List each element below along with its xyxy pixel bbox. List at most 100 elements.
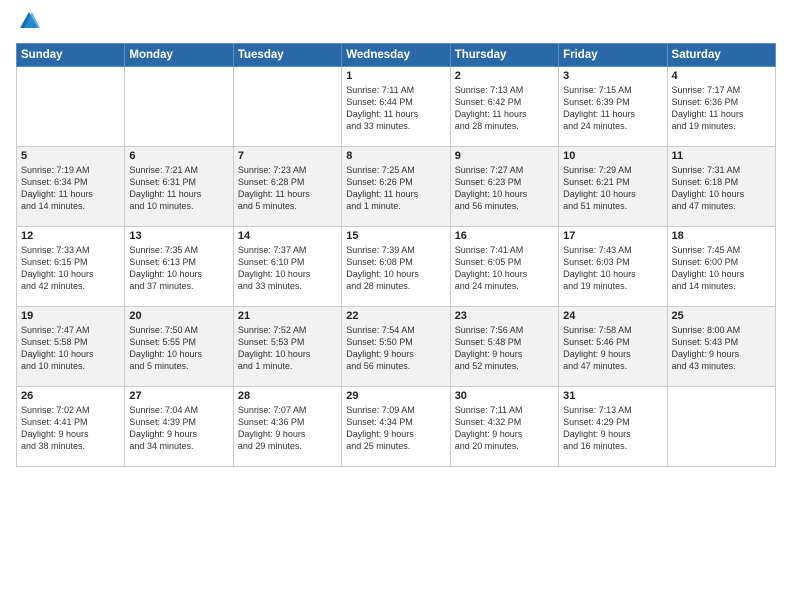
day-info: Sunrise: 7:02 AM Sunset: 4:41 PM Dayligh… <box>21 404 120 453</box>
calendar-cell: 18Sunrise: 7:45 AM Sunset: 6:00 PM Dayli… <box>667 227 775 307</box>
day-number: 7 <box>238 150 337 162</box>
calendar-cell: 14 Sunrise: 7:37 AM Sunset: 6:10 PM Dayli… <box>233 227 341 307</box>
calendar-cell: 8Sunrise: 7:25 AM Sunset: 6:26 PM Daylig… <box>342 147 450 227</box>
week-row-3: 12 Sunrise: 7:33 AM Sunset: 6:15 PM Dayli… <box>17 227 776 307</box>
days-header-row: SundayMondayTuesdayWednesdayThursdayFrid… <box>17 44 776 67</box>
calendar-cell: 26Sunrise: 7:02 AM Sunset: 4:41 PM Dayli… <box>17 387 125 467</box>
calendar-cell: 15 Sunrise: 7:39 AM Sunset: 6:08 PM Dayli… <box>342 227 450 307</box>
calendar-cell: 11Sunrise: 7:31 AM Sunset: 6:18 PM Dayli… <box>667 147 775 227</box>
day-number: 9 <box>455 150 554 162</box>
calendar-cell: 5Sunrise: 7:19 AM Sunset: 6:34 PM Daylig… <box>17 147 125 227</box>
day-header-monday: Monday <box>125 44 233 67</box>
calendar-cell: 9 Sunrise: 7:27 AM Sunset: 6:23 PM Daylig… <box>450 147 558 227</box>
calendar-cell <box>233 67 341 147</box>
day-info: Sunrise: 7:09 AM Sunset: 4:34 PM Dayligh… <box>346 404 445 453</box>
day-info: Sunrise: 7:37 AM Sunset: 6:10 PM Dayligh… <box>238 244 337 293</box>
calendar-cell: 13 Sunrise: 7:35 AM Sunset: 6:13 PM Dayli… <box>125 227 233 307</box>
calendar-cell: 19 Sunrise: 7:47 AM Sunset: 5:58 PM Dayli… <box>17 307 125 387</box>
day-info: Sunrise: 7:33 AM Sunset: 6:15 PM Dayligh… <box>21 244 120 293</box>
day-number: 21 <box>238 310 337 322</box>
day-header-tuesday: Tuesday <box>233 44 341 67</box>
day-info: Sunrise: 7:54 AM Sunset: 5:50 PM Dayligh… <box>346 324 445 373</box>
calendar-cell: 27Sunrise: 7:04 AM Sunset: 4:39 PM Dayli… <box>125 387 233 467</box>
calendar-cell: 23 Sunrise: 7:56 AM Sunset: 5:48 PM Dayli… <box>450 307 558 387</box>
day-info: Sunrise: 7:41 AM Sunset: 6:05 PM Dayligh… <box>455 244 554 293</box>
calendar-cell: 6 Sunrise: 7:21 AM Sunset: 6:31 PM Daylig… <box>125 147 233 227</box>
day-number: 6 <box>129 150 228 162</box>
day-number: 1 <box>346 70 445 82</box>
calendar-cell: 4Sunrise: 7:17 AM Sunset: 6:36 PM Daylig… <box>667 67 775 147</box>
day-number: 16 <box>455 230 554 242</box>
week-row-1: 1 Sunrise: 7:11 AM Sunset: 6:44 PM Daylig… <box>17 67 776 147</box>
day-number: 19 <box>21 310 120 322</box>
calendar-cell: 16 Sunrise: 7:41 AM Sunset: 6:05 PM Dayli… <box>450 227 558 307</box>
day-number: 17 <box>563 230 662 242</box>
logo-text-block <box>16 10 40 37</box>
day-info: Sunrise: 7:58 AM Sunset: 5:46 PM Dayligh… <box>563 324 662 373</box>
day-info: Sunrise: 7:15 AM Sunset: 6:39 PM Dayligh… <box>563 84 662 133</box>
day-header-sunday: Sunday <box>17 44 125 67</box>
day-number: 24 <box>563 310 662 322</box>
day-info: Sunrise: 7:35 AM Sunset: 6:13 PM Dayligh… <box>129 244 228 293</box>
day-info: Sunrise: 7:11 AM Sunset: 4:32 PM Dayligh… <box>455 404 554 453</box>
day-number: 20 <box>129 310 228 322</box>
day-info: Sunrise: 7:45 AM Sunset: 6:00 PM Dayligh… <box>672 244 771 293</box>
day-info: Sunrise: 7:43 AM Sunset: 6:03 PM Dayligh… <box>563 244 662 293</box>
day-info: Sunrise: 8:00 AM Sunset: 5:43 PM Dayligh… <box>672 324 771 373</box>
calendar-cell: 21 Sunrise: 7:52 AM Sunset: 5:53 PM Dayli… <box>233 307 341 387</box>
calendar-cell <box>667 387 775 467</box>
week-row-4: 19 Sunrise: 7:47 AM Sunset: 5:58 PM Dayli… <box>17 307 776 387</box>
day-number: 5 <box>21 150 120 162</box>
calendar-cell <box>17 67 125 147</box>
day-number: 22 <box>346 310 445 322</box>
calendar-cell: 28Sunrise: 7:07 AM Sunset: 4:36 PM Dayli… <box>233 387 341 467</box>
calendar-cell: 1 Sunrise: 7:11 AM Sunset: 6:44 PM Daylig… <box>342 67 450 147</box>
calendar-cell: 25Sunrise: 8:00 AM Sunset: 5:43 PM Dayli… <box>667 307 775 387</box>
day-info: Sunrise: 7:13 AM Sunset: 6:42 PM Dayligh… <box>455 84 554 133</box>
day-number: 2 <box>455 70 554 82</box>
day-number: 3 <box>563 70 662 82</box>
day-number: 14 <box>238 230 337 242</box>
day-number: 29 <box>346 390 445 402</box>
day-number: 11 <box>672 150 771 162</box>
calendar-cell: 17 Sunrise: 7:43 AM Sunset: 6:03 PM Dayli… <box>559 227 667 307</box>
day-info: Sunrise: 7:56 AM Sunset: 5:48 PM Dayligh… <box>455 324 554 373</box>
calendar-cell: 3 Sunrise: 7:15 AM Sunset: 6:39 PM Daylig… <box>559 67 667 147</box>
day-info: Sunrise: 7:17 AM Sunset: 6:36 PM Dayligh… <box>672 84 771 133</box>
day-header-friday: Friday <box>559 44 667 67</box>
week-row-5: 26Sunrise: 7:02 AM Sunset: 4:41 PM Dayli… <box>17 387 776 467</box>
calendar-cell: 24 Sunrise: 7:58 AM Sunset: 5:46 PM Dayli… <box>559 307 667 387</box>
day-info: Sunrise: 7:39 AM Sunset: 6:08 PM Dayligh… <box>346 244 445 293</box>
day-info: Sunrise: 7:52 AM Sunset: 5:53 PM Dayligh… <box>238 324 337 373</box>
day-info: Sunrise: 7:47 AM Sunset: 5:58 PM Dayligh… <box>21 324 120 373</box>
calendar-cell: 7 Sunrise: 7:23 AM Sunset: 6:28 PM Daylig… <box>233 147 341 227</box>
day-number: 15 <box>346 230 445 242</box>
day-info: Sunrise: 7:25 AM Sunset: 6:26 PM Dayligh… <box>346 164 445 213</box>
page-container: SundayMondayTuesdayWednesdayThursdayFrid… <box>0 0 792 475</box>
logo <box>16 10 40 37</box>
day-info: Sunrise: 7:50 AM Sunset: 5:55 PM Dayligh… <box>129 324 228 373</box>
calendar-cell: 10Sunrise: 7:29 AM Sunset: 6:21 PM Dayli… <box>559 147 667 227</box>
calendar-cell: 30 Sunrise: 7:11 AM Sunset: 4:32 PM Dayli… <box>450 387 558 467</box>
calendar-cell: 29 Sunrise: 7:09 AM Sunset: 4:34 PM Dayli… <box>342 387 450 467</box>
day-number: 13 <box>129 230 228 242</box>
day-number: 30 <box>455 390 554 402</box>
day-header-saturday: Saturday <box>667 44 775 67</box>
day-info: Sunrise: 7:04 AM Sunset: 4:39 PM Dayligh… <box>129 404 228 453</box>
day-number: 28 <box>238 390 337 402</box>
day-info: Sunrise: 7:27 AM Sunset: 6:23 PM Dayligh… <box>455 164 554 213</box>
week-row-2: 5Sunrise: 7:19 AM Sunset: 6:34 PM Daylig… <box>17 147 776 227</box>
day-number: 12 <box>21 230 120 242</box>
day-info: Sunrise: 7:21 AM Sunset: 6:31 PM Dayligh… <box>129 164 228 213</box>
day-number: 23 <box>455 310 554 322</box>
logo-line1 <box>16 10 40 37</box>
day-number: 10 <box>563 150 662 162</box>
calendar-cell <box>125 67 233 147</box>
day-info: Sunrise: 7:23 AM Sunset: 6:28 PM Dayligh… <box>238 164 337 213</box>
day-number: 31 <box>563 390 662 402</box>
day-header-thursday: Thursday <box>450 44 558 67</box>
header <box>16 10 776 37</box>
day-info: Sunrise: 7:11 AM Sunset: 6:44 PM Dayligh… <box>346 84 445 133</box>
day-info: Sunrise: 7:13 AM Sunset: 4:29 PM Dayligh… <box>563 404 662 453</box>
calendar-cell: 12 Sunrise: 7:33 AM Sunset: 6:15 PM Dayli… <box>17 227 125 307</box>
